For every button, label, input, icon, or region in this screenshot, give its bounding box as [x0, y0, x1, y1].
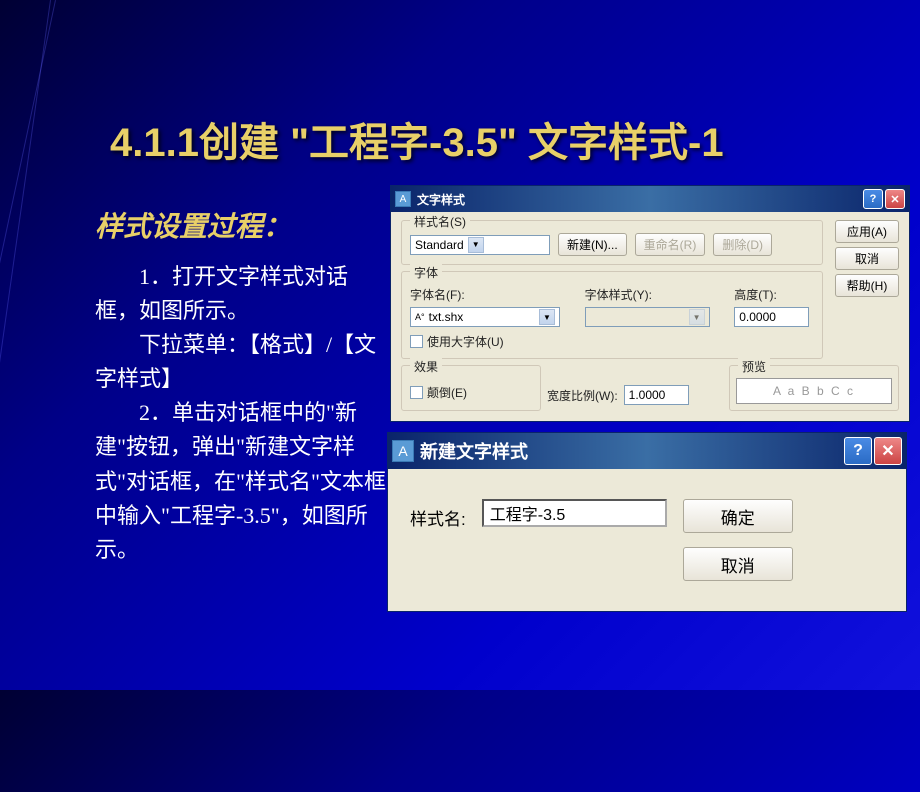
chevron-down-icon: ▼ [689, 309, 705, 325]
height-label: 高度(T): [734, 286, 814, 303]
style-name-value: Standard [415, 238, 464, 252]
app-icon: A [395, 191, 411, 207]
font-name-label: 字体名(F): [410, 286, 565, 303]
body-text: 1．打开文字样式对话框，如图所示。 下拉菜单：【格式】/【文字样式】 2．单击对… [95, 260, 390, 567]
font-style-label: 字体样式(Y): [585, 286, 715, 303]
preview-legend: 预览 [738, 358, 770, 375]
style-name-group: 样式名(S) Standard ▼ 新建(N)... 重命名(R) 删除(D) [401, 220, 823, 265]
effects-group: 效果 颠倒(E) [401, 365, 541, 411]
slide-subtitle: 样式设置过程： [95, 205, 291, 245]
slide-title: 4.1.1创建 "工程字-3.5" 文字样式-1 [110, 110, 724, 168]
rename-button: 重命名(R) [635, 233, 706, 256]
font-name-combo[interactable]: A° txt.shx ▼ [410, 307, 560, 327]
font-legend: 字体 [410, 264, 442, 281]
titlebar-close-button[interactable]: ✕ [885, 189, 905, 209]
width-group: 宽度比例(W): [547, 365, 723, 411]
style-name-combo[interactable]: Standard ▼ [410, 235, 550, 255]
new-text-style-dialog: A 新建文字样式 ? ✕ 样式名: 确定 取消 [387, 432, 907, 612]
font-group: 字体 字体名(F): A° txt.shx ▼ 字体样式(Y): ▼ [401, 271, 823, 359]
app-icon: A [392, 440, 414, 462]
style-name-label: 样式名: [410, 499, 466, 530]
cancel-button[interactable]: 取消 [835, 247, 899, 270]
effects-legend: 效果 [410, 358, 442, 375]
height-input[interactable] [734, 307, 809, 327]
titlebar-help-button[interactable]: ? [863, 189, 883, 209]
help-button[interactable]: 帮助(H) [835, 274, 899, 297]
text-style-dialog: A 文字样式 ? ✕ 应用(A) 取消 帮助(H) 样式名(S) Standar… [390, 185, 910, 422]
titlebar[interactable]: A 文字样式 ? ✕ [391, 186, 909, 212]
para-1: 1．打开文字样式对话框，如图所示。 [95, 260, 390, 328]
style-name-legend: 样式名(S) [410, 213, 470, 230]
titlebar-close-button[interactable]: ✕ [874, 437, 902, 465]
preview-sample: A a B b C c [736, 378, 892, 404]
chevron-down-icon[interactable]: ▼ [468, 237, 484, 253]
style-name-input[interactable] [482, 499, 667, 527]
side-buttons: 应用(A) 取消 帮助(H) [835, 220, 899, 297]
font-style-combo: ▼ [585, 307, 710, 327]
para-2: 下拉菜单：【格式】/【文字样式】 [95, 328, 390, 396]
font-glyph-icon: A° [415, 312, 425, 322]
ok-button[interactable]: 确定 [683, 499, 793, 533]
delete-button: 删除(D) [713, 233, 772, 256]
apply-button[interactable]: 应用(A) [835, 220, 899, 243]
para-3: 2．单击对话框中的"新建"按钮，弹出"新建文字样式"对话框，在"样式名"文本框中… [95, 396, 390, 566]
titlebar-help-button[interactable]: ? [844, 437, 872, 465]
titlebar[interactable]: A 新建文字样式 ? ✕ [388, 433, 906, 469]
bigfont-label: 使用大字体(U) [427, 333, 504, 350]
cancel-button[interactable]: 取消 [683, 547, 793, 581]
bigfont-checkbox[interactable] [410, 335, 423, 348]
new-button[interactable]: 新建(N)... [558, 233, 627, 256]
preview-group: 预览 A a B b C c [729, 365, 899, 411]
upside-checkbox[interactable] [410, 386, 423, 399]
width-input[interactable] [624, 385, 689, 405]
width-label: 宽度比例(W): [547, 387, 618, 404]
dialog-title: 文字样式 [417, 191, 861, 208]
chevron-down-icon[interactable]: ▼ [539, 309, 555, 325]
upside-label: 颠倒(E) [427, 384, 467, 401]
dialog-title: 新建文字样式 [420, 438, 842, 464]
font-name-value: txt.shx [429, 310, 464, 324]
